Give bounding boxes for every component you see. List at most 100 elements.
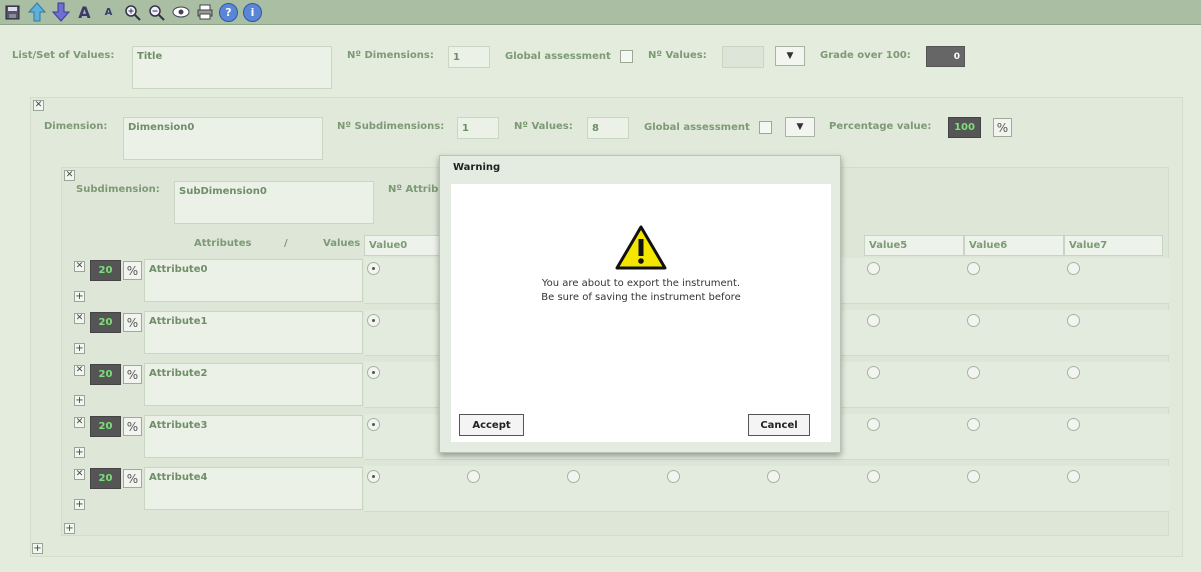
values-dropdown[interactable]: ▼ <box>775 46 805 66</box>
zoom-out-icon[interactable] <box>146 2 167 23</box>
attribute-weight: 20 <box>90 260 121 281</box>
value-radio[interactable] <box>767 470 780 483</box>
percent-icon[interactable]: % <box>123 417 142 436</box>
add-row-icon[interactable]: + <box>74 499 85 510</box>
remove-subdimension-icon[interactable]: ✕ <box>64 170 75 181</box>
remove-attribute-icon[interactable]: ✕ <box>74 313 85 324</box>
column-header: Value5 <box>864 235 964 256</box>
dialog-body: You are about to export the instrument. … <box>451 184 831 442</box>
subdimensions-label: Nº Subdimensions: <box>337 121 445 132</box>
value-radio[interactable] <box>867 470 880 483</box>
dim-dropdown[interactable]: ▼ <box>785 117 815 137</box>
value-radio[interactable] <box>867 418 880 431</box>
values-label: Nº Values: <box>648 50 707 61</box>
attribute-name-field[interactable]: Attribute4 <box>144 467 363 510</box>
remove-attribute-icon[interactable]: ✕ <box>74 261 85 272</box>
value-radio[interactable] <box>367 314 380 327</box>
add-row-icon[interactable]: + <box>74 291 85 302</box>
add-row-icon[interactable]: + <box>74 343 85 354</box>
value-radio[interactable] <box>967 314 980 327</box>
dialog-title: Warning <box>453 162 501 173</box>
header-slash: / <box>284 238 288 249</box>
value-radio[interactable] <box>967 366 980 379</box>
dimensions-input[interactable]: 1 <box>448 46 490 68</box>
attributes-count-label: Nº Attribu <box>388 184 446 195</box>
value-radio[interactable] <box>1067 418 1080 431</box>
add-attribute-icon[interactable]: + <box>64 523 75 534</box>
dim-global-label: Global assessment <box>644 122 750 133</box>
remove-attribute-icon[interactable]: ✕ <box>74 365 85 376</box>
value-radio[interactable] <box>1067 366 1080 379</box>
subdimensions-input[interactable]: 1 <box>457 117 499 139</box>
column-header: Value7 <box>1064 235 1163 256</box>
percent-icon[interactable]: % <box>123 313 142 332</box>
attribute-weight: 20 <box>90 312 121 333</box>
chevron-down-icon: ▼ <box>796 122 804 132</box>
value-radio[interactable] <box>667 470 680 483</box>
attributes-header: Attributes <box>194 238 252 249</box>
attribute-name-field[interactable]: Attribute1 <box>144 311 363 354</box>
save-icon[interactable] <box>2 2 23 23</box>
print-icon[interactable] <box>194 2 215 23</box>
info-icon[interactable]: i <box>242 2 263 23</box>
eye-icon[interactable] <box>170 2 191 23</box>
list-label: List/Set of Values: <box>12 50 115 61</box>
arrow-up-icon[interactable] <box>26 2 47 23</box>
attribute-weight: 20 <box>90 468 121 489</box>
info-glyph: i <box>243 2 262 22</box>
subdimension-name-field[interactable]: SubDimension0 <box>174 181 374 224</box>
value-radio[interactable] <box>967 262 980 275</box>
value-radio[interactable] <box>567 470 580 483</box>
percent-icon[interactable]: % <box>993 118 1012 137</box>
arrow-down-icon[interactable] <box>50 2 71 23</box>
percent-icon[interactable]: % <box>123 469 142 488</box>
percent-icon[interactable]: % <box>123 365 142 384</box>
dimension-name-field[interactable]: Dimension0 <box>123 117 323 160</box>
attribute-name-field[interactable]: Attribute3 <box>144 415 363 458</box>
value-radio[interactable] <box>467 470 480 483</box>
help-icon[interactable]: ? <box>218 2 239 23</box>
dim-values-input[interactable]: 8 <box>587 117 629 139</box>
global-assessment-checkbox[interactable] <box>620 50 633 63</box>
attribute-weight: 20 <box>90 416 121 437</box>
attribute-name-field[interactable]: Attribute0 <box>144 259 363 302</box>
add-row-icon[interactable]: + <box>74 447 85 458</box>
value-radio[interactable] <box>367 366 380 379</box>
percent-icon[interactable]: % <box>123 261 142 280</box>
dialog-message-line1: You are about to export the instrument. <box>541 278 741 289</box>
dimension-label: Dimension: <box>44 121 108 132</box>
dim-global-checkbox[interactable] <box>759 121 772 134</box>
value-radio[interactable] <box>967 418 980 431</box>
value-radio[interactable] <box>1067 470 1080 483</box>
attribute-name-field[interactable]: Attribute2 <box>144 363 363 406</box>
value-radio[interactable] <box>867 366 880 379</box>
value-radio[interactable] <box>867 314 880 327</box>
add-subdimension-icon[interactable]: + <box>32 543 43 554</box>
warning-icon <box>615 225 667 270</box>
value-radio[interactable] <box>367 470 380 483</box>
value-radio[interactable] <box>1067 314 1080 327</box>
remove-dimension-icon[interactable]: ✕ <box>33 100 44 111</box>
column-header: Value6 <box>964 235 1064 256</box>
value-radio[interactable] <box>867 262 880 275</box>
value-radio[interactable] <box>367 418 380 431</box>
global-assessment-label: Global assessment <box>505 51 611 62</box>
grade-value: 0 <box>926 46 965 67</box>
font-larger-icon[interactable]: A <box>74 2 95 23</box>
title-field[interactable]: Title <box>132 46 332 89</box>
remove-attribute-icon[interactable]: ✕ <box>74 469 85 480</box>
subdimension-label: Subdimension: <box>76 184 160 195</box>
warning-dialog: Warning You are about to export the inst… <box>439 155 841 453</box>
value-radio[interactable] <box>967 470 980 483</box>
value-radio[interactable] <box>1067 262 1080 275</box>
cancel-button[interactable]: Cancel <box>748 414 810 436</box>
values-header: Values <box>323 238 361 249</box>
dim-values-label: Nº Values: <box>514 121 573 132</box>
values-input[interactable] <box>722 46 764 68</box>
remove-attribute-icon[interactable]: ✕ <box>74 417 85 428</box>
add-row-icon[interactable]: + <box>74 395 85 406</box>
value-radio[interactable] <box>367 262 380 275</box>
font-smaller-icon[interactable]: A <box>98 2 119 23</box>
zoom-in-icon[interactable] <box>122 2 143 23</box>
accept-button[interactable]: Accept <box>459 414 524 436</box>
